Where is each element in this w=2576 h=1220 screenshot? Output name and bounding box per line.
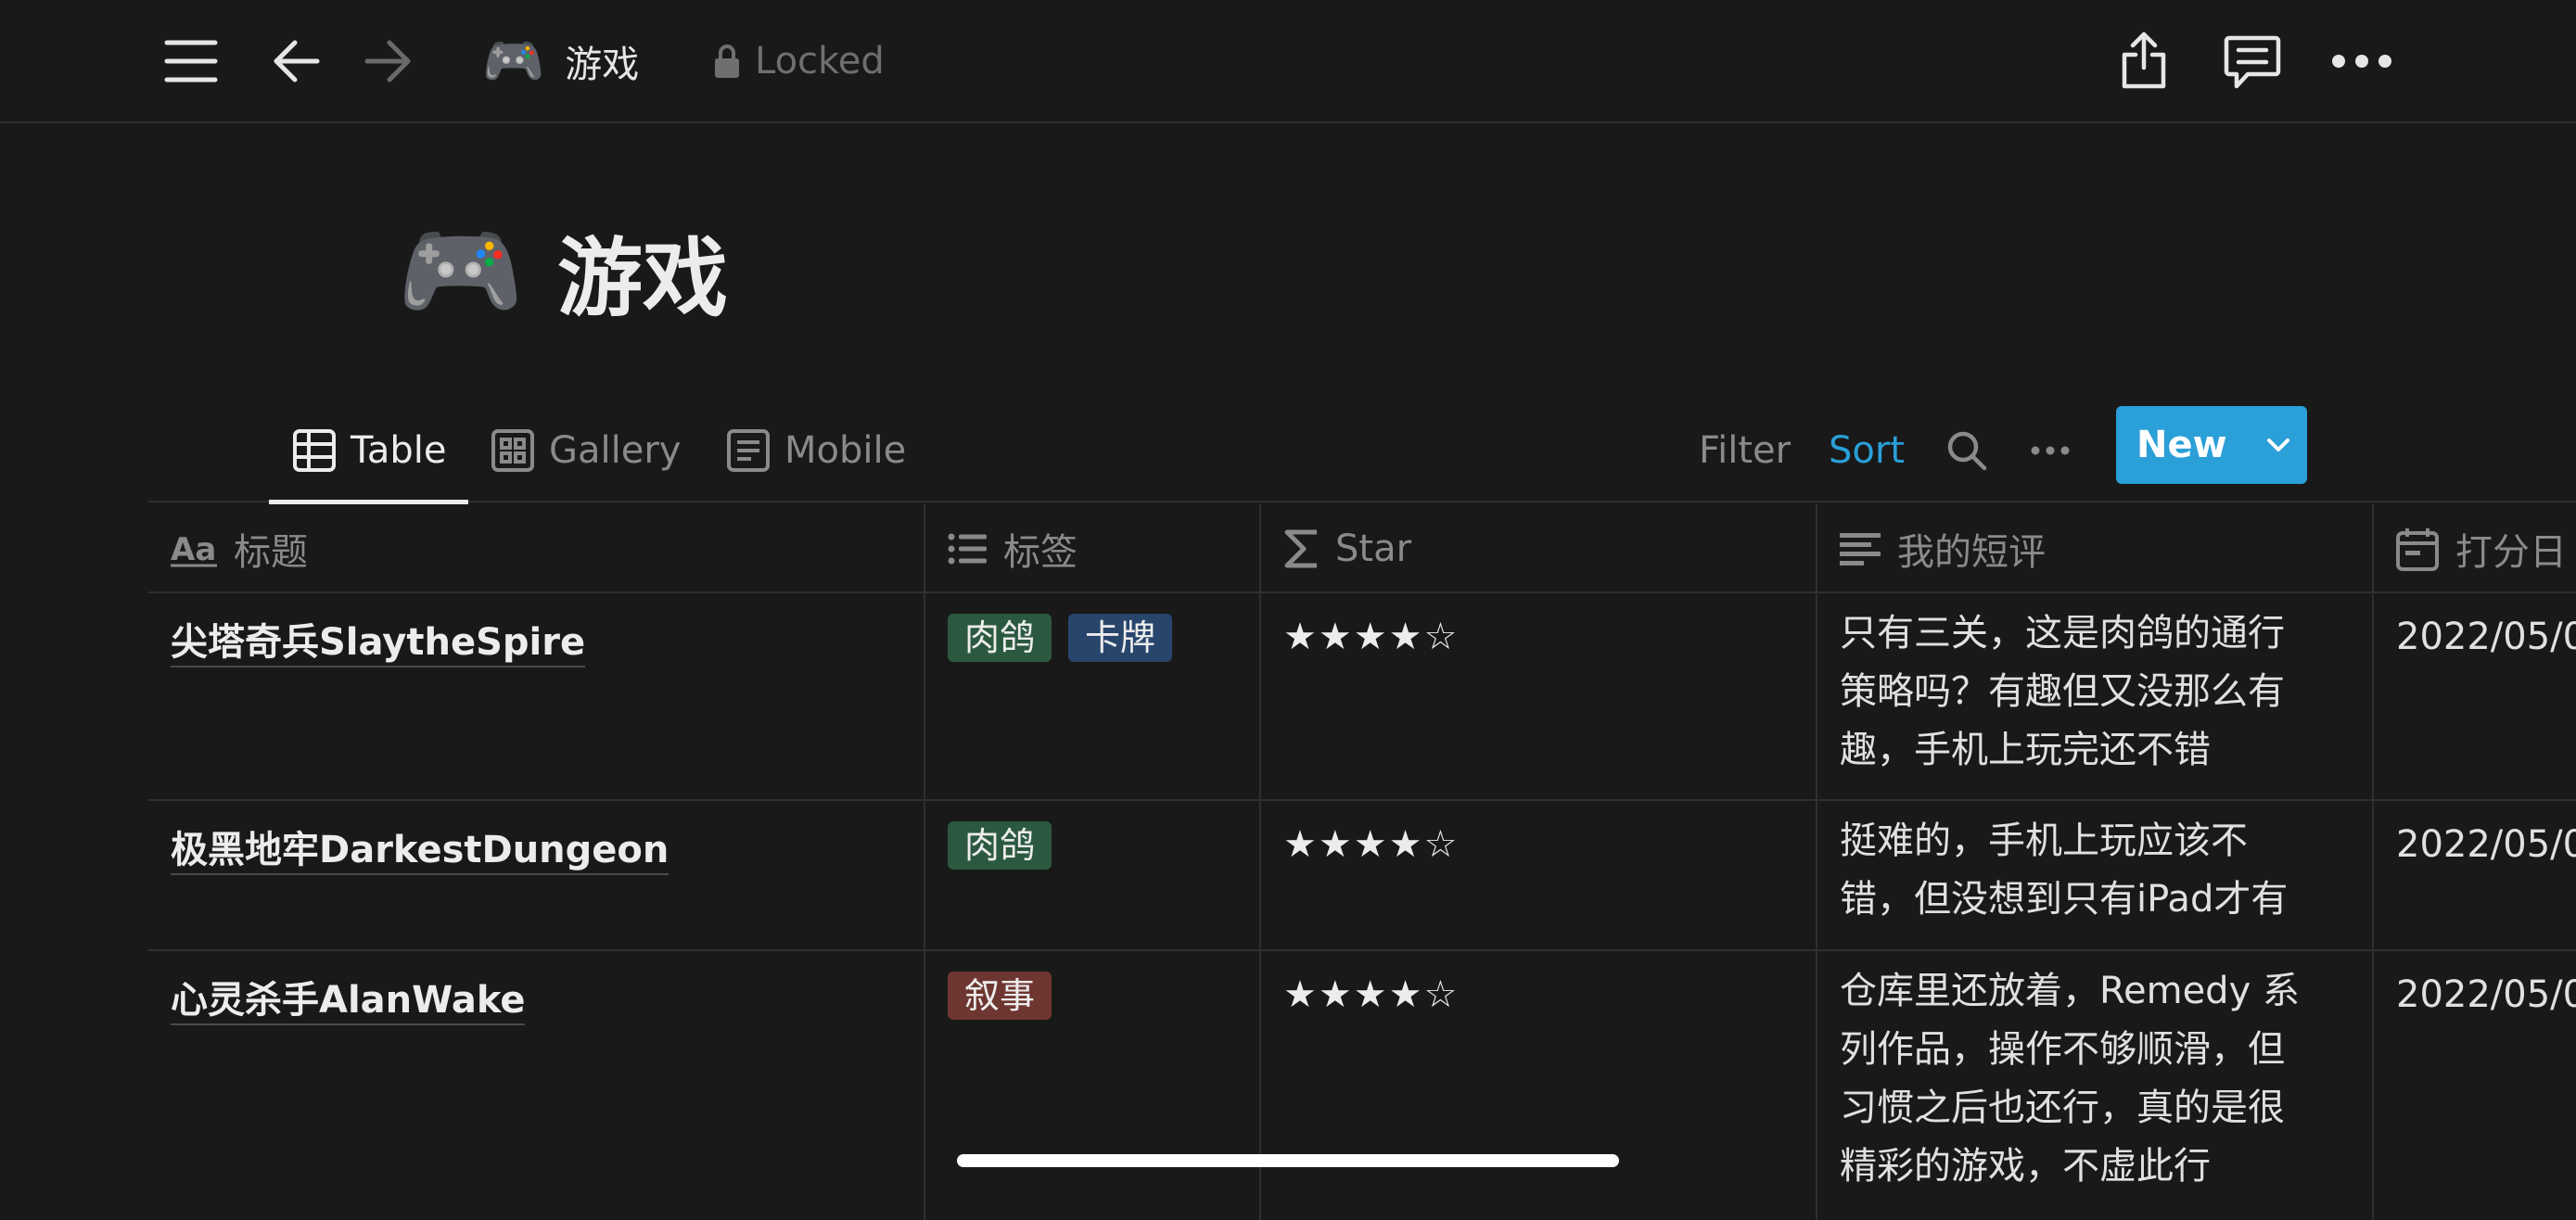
home-indicator[interactable] bbox=[957, 1154, 1619, 1167]
comment-icon[interactable] bbox=[2222, 32, 2283, 93]
cell-title[interactable]: 极黑地牢DarkestDungeon bbox=[148, 801, 925, 949]
more-options-icon[interactable] bbox=[2329, 33, 2394, 89]
cell-date[interactable]: 2022/05/0 bbox=[2374, 801, 2576, 949]
menu-icon[interactable] bbox=[163, 33, 219, 89]
text-lines-icon bbox=[1840, 533, 1881, 566]
column-header-date[interactable]: 打分日 bbox=[2374, 504, 2576, 593]
star-rating: ★★★★☆ bbox=[1283, 616, 1460, 658]
cell-star[interactable]: ★★★★☆ bbox=[1261, 951, 1817, 1220]
cell-title[interactable]: 尖塔奇兵SlaytheSpire bbox=[148, 593, 925, 799]
row-title[interactable]: 尖塔奇兵SlaytheSpire bbox=[171, 621, 586, 667]
chevron-down-icon[interactable] bbox=[2250, 406, 2307, 484]
review-text: 仓库里还放着，Remedy 系 列作品，操作不够顺滑，但 习惯之后也还行，真的是… bbox=[1840, 970, 2300, 1188]
cell-review[interactable]: 挺难的，手机上玩应该不 错，但没想到只有iPad才有 bbox=[1817, 801, 2374, 949]
tab-gallery[interactable]: Gallery bbox=[491, 399, 681, 502]
cell-date[interactable]: 2022/05/0 bbox=[2374, 593, 2576, 799]
database-table: Aa 标题 标签 Star 我的短评 打分日 尖塔奇兵SlaytheSpire … bbox=[148, 504, 2576, 1220]
cell-tags[interactable]: 肉鸽 卡牌 bbox=[925, 593, 1261, 799]
breadcrumb[interactable]: 🎮 游戏 bbox=[482, 32, 640, 90]
tab-mobile-label: Mobile bbox=[784, 429, 907, 472]
lock-icon bbox=[715, 44, 739, 78]
table-row[interactable]: 尖塔奇兵SlaytheSpire 肉鸽 卡牌 ★★★★☆ 只有三关，这是肉鸽的通… bbox=[148, 593, 2576, 801]
tab-table[interactable]: Table bbox=[269, 399, 469, 504]
cell-tags[interactable]: 叙事 bbox=[925, 951, 1261, 1220]
tab-table-label: Table bbox=[351, 429, 447, 472]
mobile-view-icon bbox=[727, 429, 770, 472]
table-icon bbox=[293, 429, 336, 472]
back-arrow-icon[interactable] bbox=[269, 33, 325, 89]
view-more-icon[interactable] bbox=[2027, 425, 2073, 477]
table-row[interactable]: 极黑地牢DarkestDungeon 肉鸽 ★★★★☆ 挺难的，手机上玩应该不 … bbox=[148, 801, 2576, 951]
sort-button[interactable]: Sort bbox=[1829, 399, 1905, 502]
cell-tags[interactable]: 肉鸽 bbox=[925, 801, 1261, 949]
gallery-icon bbox=[491, 429, 534, 472]
date-text: 2022/05/0 bbox=[2396, 973, 2576, 1016]
date-text: 2022/05/0 bbox=[2396, 616, 2576, 658]
row-title[interactable]: 心灵杀手AlanWake bbox=[171, 979, 526, 1025]
share-icon[interactable] bbox=[2114, 28, 2174, 93]
cell-title[interactable]: 心灵杀手AlanWake bbox=[148, 951, 925, 1220]
tag-badge: 叙事 bbox=[948, 972, 1052, 1020]
breadcrumb-page-name: 游戏 bbox=[565, 44, 640, 86]
search-icon[interactable] bbox=[1944, 425, 1990, 477]
tab-gallery-label: Gallery bbox=[549, 429, 682, 472]
sigma-icon bbox=[1284, 529, 1317, 568]
tab-mobile[interactable]: Mobile bbox=[727, 399, 906, 502]
table-row[interactable]: 心灵杀手AlanWake 叙事 ★★★★☆ 仓库里还放着，Remedy 系 列作… bbox=[148, 951, 2576, 1220]
column-header-tags[interactable]: 标签 bbox=[925, 504, 1261, 593]
star-rating: ★★★★☆ bbox=[1283, 823, 1460, 866]
review-text: 挺难的，手机上玩应该不 错，但没想到只有iPad才有 bbox=[1840, 820, 2289, 921]
new-button-label: New bbox=[2136, 424, 2227, 466]
game-controller-icon: 🎮 bbox=[482, 32, 545, 90]
text-type-icon: Aa bbox=[171, 531, 217, 567]
table-header: Aa 标题 标签 Star 我的短评 打分日 bbox=[148, 504, 2576, 593]
date-text: 2022/05/0 bbox=[2396, 823, 2576, 866]
column-header-review[interactable]: 我的短评 bbox=[1817, 504, 2374, 593]
view-bar: Table Gallery Mobile Filter Sort New bbox=[148, 399, 2576, 504]
cell-star[interactable]: ★★★★☆ bbox=[1261, 593, 1817, 799]
forward-arrow-icon[interactable] bbox=[360, 33, 415, 89]
row-title[interactable]: 极黑地牢DarkestDungeon bbox=[171, 829, 670, 875]
cell-review[interactable]: 仓库里还放着，Remedy 系 列作品，操作不够顺滑，但 习惯之后也还行，真的是… bbox=[1817, 951, 2374, 1220]
cell-star[interactable]: ★★★★☆ bbox=[1261, 801, 1817, 949]
page-title-text[interactable]: 游戏 bbox=[557, 210, 728, 333]
list-icon bbox=[948, 533, 987, 565]
tag-badge: 卡牌 bbox=[1068, 614, 1173, 662]
star-rating: ★★★★☆ bbox=[1283, 973, 1460, 1016]
tag-badge: 肉鸽 bbox=[948, 821, 1052, 870]
cell-date[interactable]: 2022/05/0 bbox=[2374, 951, 2576, 1220]
svg-text:Aa: Aa bbox=[171, 531, 216, 567]
column-header-star[interactable]: Star bbox=[1261, 504, 1817, 593]
locked-label: Locked bbox=[755, 40, 885, 83]
cell-review[interactable]: 只有三关，这是肉鸽的通行 策略吗？有趣但又没那么有 趣，手机上玩完还不错 bbox=[1817, 593, 2374, 799]
tag-badge: 肉鸽 bbox=[948, 614, 1052, 662]
locked-indicator[interactable]: Locked bbox=[714, 33, 885, 89]
review-text: 只有三关，这是肉鸽的通行 策略吗？有趣但又没那么有 趣，手机上玩完还不错 bbox=[1840, 612, 2285, 771]
game-controller-icon: 🎮 bbox=[397, 211, 524, 330]
page-title: 🎮 游戏 bbox=[397, 210, 728, 333]
top-bar: 🎮 游戏 Locked bbox=[0, 0, 2576, 123]
new-button[interactable]: New bbox=[2116, 406, 2307, 484]
column-header-title[interactable]: Aa 标题 bbox=[148, 504, 925, 593]
filter-button[interactable]: Filter bbox=[1699, 399, 1791, 502]
calendar-icon bbox=[2396, 528, 2439, 571]
